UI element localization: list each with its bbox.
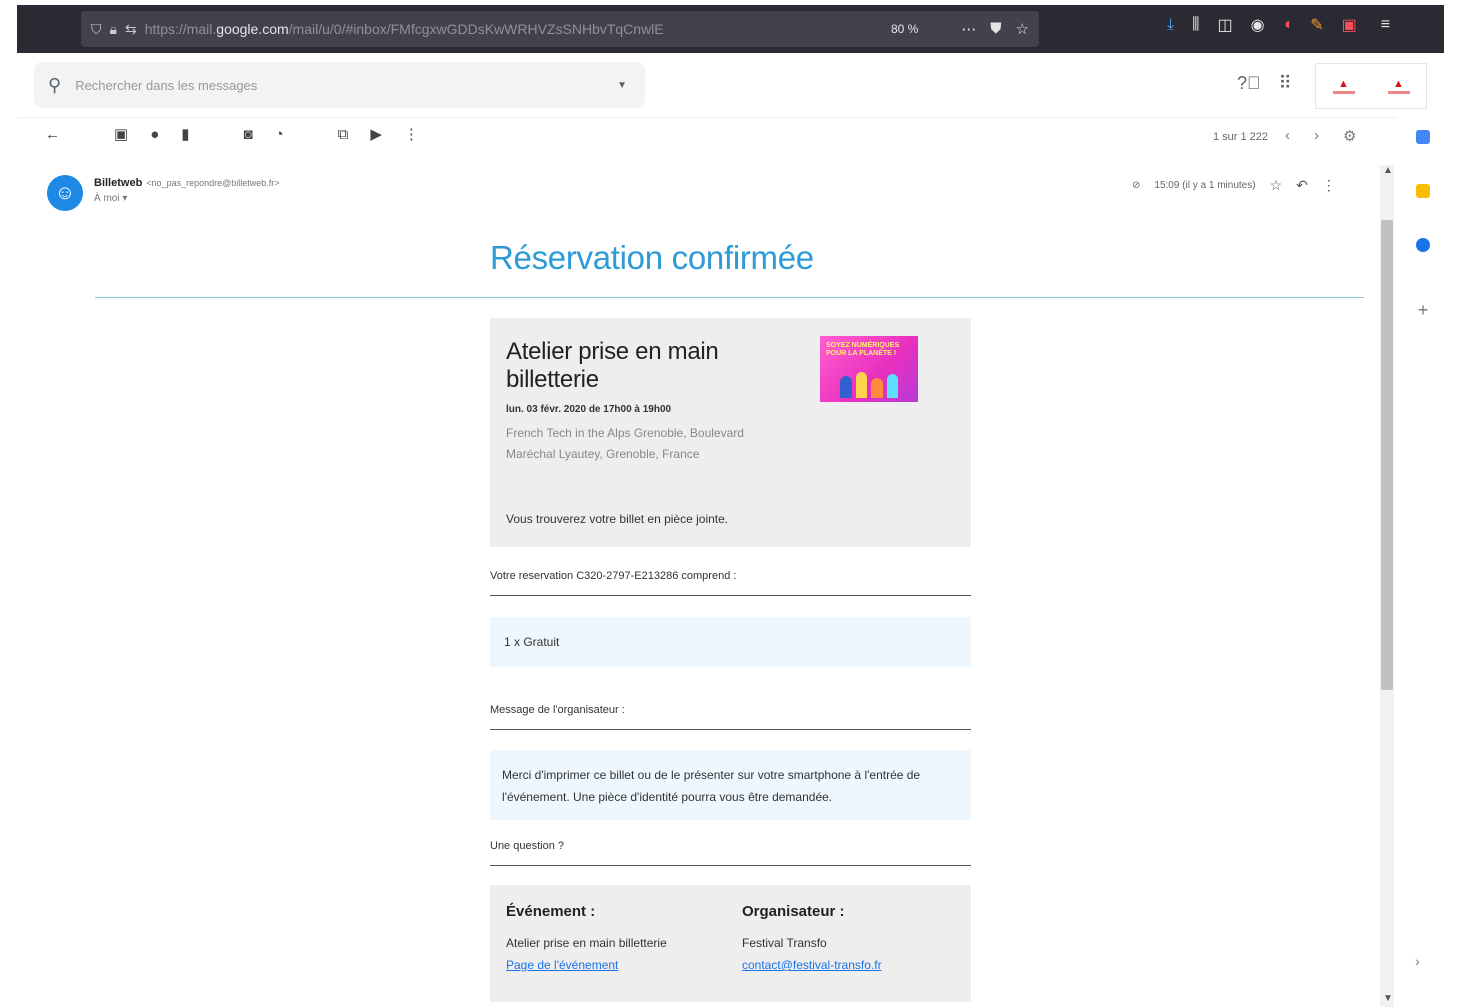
next-icon[interactable]: › [1314,127,1319,145]
lock-icon[interactable]: 🔒︎ [110,21,117,38]
delete-icon[interactable]: ▮ [181,125,189,143]
pocket-icon[interactable]: ⛊ [990,20,1001,38]
extension-icon[interactable]: ✎ [1310,15,1323,35]
account-icon[interactable]: ◉ [1251,15,1265,35]
browser-toolbar: ⛉ 🔒︎ ⇆ https://mail.google.com/mail/u/0/… [17,5,1444,53]
url-text[interactable]: https://mail.google.com/mail/u/0/#inbox/… [145,21,845,37]
sidebar-icon[interactable]: ◫ [1217,15,1232,35]
add-addon-icon[interactable]: + [1418,300,1429,321]
question-label: Une question ? [490,840,564,852]
title-divider [95,297,1364,298]
tasks-icon[interactable] [1416,238,1430,252]
event-heading: Événement : [506,903,596,920]
help-icon[interactable]: ?⃝ [1237,73,1261,94]
browser-window: ⛉ 🔒︎ ⇆ https://mail.google.com/mail/u/0/… [17,5,1444,1007]
url-prefix: https://mail. [144,21,217,37]
reservation-intro: Votre reservation C320-2797-E213286 comp… [490,570,737,582]
settings-gear-icon[interactable]: ⚙ [1343,127,1356,145]
message-toolbar: ← ▣ ● ▮ ◙ ◔ ⧉ ▶ ⋮ [45,125,419,144]
organizer-email-link[interactable]: contact@festival-transfo.fr [742,958,882,972]
reply-icon[interactable]: ↶ [1296,177,1308,194]
star-icon[interactable]: ☆ [1016,20,1029,38]
report-spam-icon[interactable]: ● [150,126,159,143]
event-banner-image: SOYEZ NUMÉRIQUES POUR LA PLANÈTE ! [820,336,918,402]
organizer-message-label: Message de l'organisateur : [490,704,625,716]
recipient-toggle[interactable]: À moi ▾ [94,193,280,204]
sender-name[interactable]: Billetweb [94,177,142,189]
divider [490,865,971,866]
scroll-down-icon[interactable]: ▼ [1383,993,1393,1004]
more-vert-icon[interactable]: ⋮ [404,125,419,143]
scroll-up-icon[interactable]: ▲ [1383,165,1393,176]
more-vert-icon[interactable]: ⋮ [1322,177,1336,194]
expand-panel-icon[interactable]: › [1415,953,1420,969]
more-icon[interactable]: ⋯ [961,20,976,38]
event-address: French Tech in the Alps Grenoble, Boulev… [506,426,744,461]
snooze-icon[interactable]: ◔ [275,126,284,143]
event-date: lun. 03 févr. 2020 de 17h00 à 19h00 [506,404,672,415]
scrollbar-thumb[interactable] [1381,220,1393,690]
attachment-icon: ⊘ [1132,180,1141,191]
divider [490,729,971,730]
zoom-level[interactable]: 80 % [891,22,918,36]
extension-icon[interactable]: ▣ [1342,15,1357,35]
message-meta: ⊘ 15:09 (il y a 1 minutes) ☆ ↶ ⋮ [1132,177,1336,194]
calendar-icon[interactable] [1416,130,1430,144]
archive-icon[interactable]: ▣ [114,125,128,143]
info-card: Événement : Atelier prise en main billet… [490,885,971,1002]
event-info-name: Atelier prise en main billetterie [506,936,667,950]
url-bar[interactable]: ⛉ 🔒︎ ⇆ https://mail.google.com/mail/u/0/… [81,11,1039,47]
download-icon[interactable]: ⤓ [1167,16,1174,34]
message-time: 15:09 (il y a 1 minutes) [1154,180,1256,191]
prev-icon[interactable]: ‹ [1285,127,1290,145]
recipient-label: À moi [94,193,120,204]
organizer-name: Festival Transfo [742,936,827,950]
pagination-count: 1 sur 1 222 [1213,131,1269,143]
search-icon[interactable]: ⚲ [48,75,61,96]
divider [490,595,971,596]
keep-icon[interactable] [1416,184,1430,198]
event-info-column: Événement : Atelier prise en main billet… [506,903,667,972]
event-banner-text: SOYEZ NUMÉRIQUES POUR LA PLANÈTE ! [826,342,900,357]
event-card: Atelier prise en main billetterie lun. 0… [490,318,971,547]
side-panel: + [1409,130,1437,321]
shield-icon[interactable]: ⛉ [91,21,102,38]
account-avatar[interactable]: ▲ [1387,74,1411,98]
org-logo: ▲ [1332,74,1356,98]
account-logos[interactable]: ▲ ▲ [1315,63,1427,109]
search-input[interactable]: ⚲ Rechercher dans les messages ▼ [34,62,645,108]
url-domain: google.com [216,21,289,37]
move-to-icon[interactable]: ⧉ [338,126,349,143]
banner-figures [840,370,898,398]
sender-avatar: ☺ [47,175,83,211]
organizer-info-column: Organisateur : Festival Transfo contact@… [742,903,882,972]
divider [17,117,1397,118]
menu-icon[interactable]: ≡ [1381,16,1390,34]
event-name: Atelier prise en main billetterie [506,338,719,393]
mark-unread-icon[interactable]: ◙ [244,126,253,143]
search-options-icon[interactable]: ▼ [617,80,627,91]
ticket-attachment-note: Vous trouverez votre billet en pièce joi… [506,512,729,526]
event-page-link[interactable]: Page de l'événement [506,958,667,972]
scrollbar[interactable] [1380,165,1394,1007]
organizer-heading: Organisateur : [742,903,845,920]
library-icon[interactable]: ⫼ [1192,16,1199,34]
search-placeholder: Rechercher dans les messages [75,77,258,93]
back-arrow-icon[interactable]: ← [45,126,60,143]
permissions-icon[interactable]: ⇆ [125,21,137,38]
star-icon[interactable]: ☆ [1270,177,1283,194]
organizer-message: Merci d'imprimer ce billet ou de le prés… [490,750,971,820]
extension-icon[interactable]: ◖ [1283,16,1293,34]
confirmation-title: Réservation confirmée [490,239,814,276]
reservation-item: 1 x Gratuit [490,617,971,667]
sender-email: <no_pas_repondre@billetweb.fr> [146,178,280,188]
url-path: /mail/u/0/#inbox/FMfcgxwGDDsKwWRHVZsSNHb… [288,21,664,37]
label-icon[interactable]: ▶ [370,125,382,143]
sender-info: Billetweb <no_pas_repondre@billetweb.fr> … [94,177,280,204]
apps-grid-icon[interactable]: ⠿ [1279,73,1292,94]
